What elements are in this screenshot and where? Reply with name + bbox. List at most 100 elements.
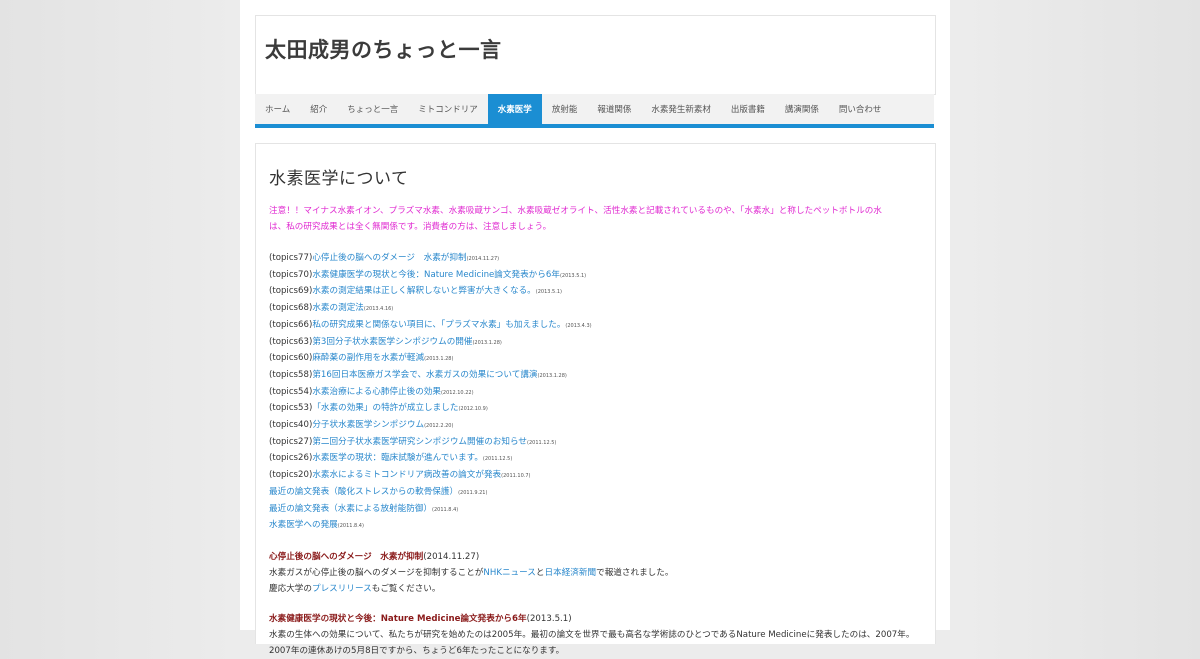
article-text: 水素の生体への効果について、私たちが研究を始めたのは2005年。最初の論文を世界… — [269, 629, 915, 640]
page-container: 太田成男のちょっと一言 ホーム 紹介 ちょっと一言 ミトコンドリア 水素医学 放射能 報道関… — [240, 0, 950, 656]
text-segment: 慶応大学の — [269, 583, 312, 594]
topic-date: (2013.4.16) — [363, 306, 394, 313]
topic-number: (topics27) — [269, 436, 313, 447]
topic-number: (topics66) — [269, 319, 313, 330]
list-item: 最近の論文発表（水素による放射能防御）(2011.8.4) — [269, 502, 914, 519]
article-title: 心停止後の脳へのダメージ 水素が抑制 — [269, 551, 424, 562]
list-item: (topics68)水素の測定法(2013.4.16) — [269, 301, 914, 318]
topic-number: (topics58) — [269, 369, 313, 380]
list-item: (topics26)水素医学の現状：臨床試験が進んでいます。(2011.12.5… — [269, 451, 914, 468]
topic-date: (2013.1.28) — [537, 372, 567, 379]
list-item: 水素医学への発展(2011.8.4) — [269, 518, 914, 535]
nav-intro[interactable]: 紹介 — [300, 94, 337, 124]
topic-link[interactable]: 心停止後の脳へのダメージ 水素が抑制 — [312, 253, 466, 263]
topic-date: (2011.12.5) — [527, 439, 557, 446]
list-item: (topics60)麻酔薬の副作用を水素が軽減(2013.1.28) — [269, 351, 914, 368]
topic-link[interactable]: 最近の論文発表（水素による放射能防御） — [269, 504, 432, 514]
topic-number: (topics53) — [269, 403, 313, 414]
topic-date: (2013.5.1) — [535, 289, 562, 296]
topic-date: (2011.8.4) — [432, 506, 459, 513]
topic-link[interactable]: 水素健康医学の現状と今後：Nature Medicine論文発表から6年 — [312, 270, 560, 280]
nav-press[interactable]: 報道関係 — [587, 94, 641, 124]
topic-link[interactable]: 私の研究成果と関係ない項目に、「プラズマ水素」も加えました。 — [312, 320, 565, 330]
topic-link[interactable]: 水素医学への発展 — [269, 520, 338, 530]
nav-hydrogen-medicine[interactable]: 水素医学 — [487, 94, 542, 124]
topic-number: (topics70) — [269, 269, 313, 280]
topic-link[interactable]: 第16回日本医療ガス学会で、水素ガスの効果について講演 — [312, 370, 537, 380]
topic-link[interactable]: 第二回分子状水素医学研究シンポジウム開催のお知らせ — [312, 437, 527, 447]
main-navigation: ホーム 紹介 ちょっと一言 ミトコンドリア 水素医学 放射能 報道関係 水素発生新素材 出版書籍… — [255, 94, 934, 128]
topic-link[interactable]: 麻酔薬の副作用を水素が軽減 — [312, 353, 424, 363]
nikkei-link[interactable]: 日本経済新聞 — [545, 568, 597, 578]
nav-hitokoto[interactable]: ちょっと一言 — [337, 94, 408, 124]
list-item: (topics53)「水素の効果」の特許が成立しました(2012.10.9) — [269, 401, 914, 418]
article-text: 水素ガスが心停止後の脳へのダメージを抑制することがNHKニュースと日本経済新聞で… — [269, 565, 914, 581]
topics-list: (topics77)心停止後の脳へのダメージ 水素が抑制(2014.11.27)… — [269, 251, 914, 535]
site-title[interactable]: 太田成男のちょっと一言 — [265, 34, 502, 64]
topic-date: (2013.1.28) — [472, 339, 502, 346]
topic-date: (2014.11.27) — [466, 256, 500, 262]
topic-date: (2013.5.1) — [559, 272, 587, 279]
topic-number: (topics60) — [269, 353, 313, 364]
nav-home[interactable]: ホーム — [255, 94, 300, 124]
article-title: 水素健康医学の現状と今後：Nature Medicine論文発表から6年 — [269, 613, 527, 624]
topic-number: (topics40) — [269, 420, 313, 431]
topic-link[interactable]: 水素の測定法 — [312, 303, 364, 313]
warning-line: 注意！！マイナス水素イオン、プラズマ水素、水素吸蔵サンゴ、水素吸蔵ゼオライト、活… — [269, 206, 882, 216]
article-nature-medicine: 水素健康医学の現状と今後：Nature Medicine論文発表から6年(201… — [269, 611, 914, 659]
topic-number: (topics20) — [269, 470, 313, 481]
topic-link[interactable]: 「水素の効果」の特許が成立しました — [312, 403, 458, 413]
list-item: (topics58)第16回日本医療ガス学会で、水素ガスの効果について講演(20… — [269, 368, 914, 385]
list-item: (topics27)第二回分子状水素医学研究シンポジウム開催のお知らせ(2011… — [269, 435, 914, 452]
nav-lectures[interactable]: 講演関係 — [775, 94, 829, 124]
text-segment: 水素ガスが心停止後の脳へのダメージを抑制することが — [269, 567, 484, 578]
topic-date: (2012.10.9) — [458, 406, 488, 413]
list-item: (topics54)水素治療による心肺停止後の効果(2012.10.22) — [269, 385, 914, 402]
page-title: 水素医学について — [269, 169, 409, 189]
nav-books[interactable]: 出版書籍 — [721, 94, 775, 124]
list-item: (topics69)水素の測定結果は正しく解釈しないと弊害が大きくなる。(201… — [269, 284, 914, 301]
site-header: 太田成男のちょっと一言 — [255, 15, 936, 95]
topic-number: (topics26) — [269, 453, 313, 464]
topic-date: (2013.1.28) — [424, 356, 454, 363]
topic-date: (2011.10.7) — [501, 473, 531, 480]
article-text: 慶応大学のプレスリリースもご覧ください。 — [269, 581, 914, 597]
topic-link[interactable]: 水素医学の現状：臨床試験が進んでいます。 — [312, 453, 483, 463]
nav-contact[interactable]: 問い合わせ — [829, 94, 892, 124]
content-inner: 水素医学について 注意！！マイナス水素イオン、プラズマ水素、水素吸蔵サンゴ、水素… — [269, 164, 914, 659]
list-item: (topics77)心停止後の脳へのダメージ 水素が抑制(2014.11.27) — [269, 251, 914, 268]
nav-hydrogen-material[interactable]: 水素発生新素材 — [641, 94, 721, 124]
nav-radiation[interactable]: 放射能 — [542, 94, 588, 124]
list-item: (topics20)水素水によるミトコンドリア病改善の論文が発表(2011.10… — [269, 468, 914, 485]
topic-date: (2011.8.4) — [337, 523, 364, 530]
topic-link[interactable]: 第3回分子状水素医学シンポジウムの開催 — [312, 337, 472, 347]
list-item: (topics40)分子状水素医学シンポジウム(2012.2.20) — [269, 418, 914, 435]
topic-date: (2013.4.3) — [565, 322, 592, 329]
warning-line: は、私の研究成果とは全く無関係です。消費者の方は、注意しましょう。 — [269, 222, 552, 232]
topic-date: (2011.9.21) — [458, 489, 488, 496]
list-item: (topics70)水素健康医学の現状と今後：Nature Medicine論文… — [269, 268, 914, 285]
topic-number: (topics68) — [269, 303, 313, 314]
topic-link[interactable]: 分子状水素医学シンポジウム — [312, 420, 424, 430]
press-release-link[interactable]: プレスリリース — [312, 584, 372, 594]
article-cardiac-arrest: 心停止後の脳へのダメージ 水素が抑制(2014.11.27) 水素ガスが心停止後… — [269, 549, 914, 597]
text-segment: もご覧ください。 — [371, 583, 441, 594]
topic-number: (topics69) — [269, 286, 313, 297]
list-item: 最近の論文発表（酸化ストレスからの軟骨保護）(2011.9.21) — [269, 485, 914, 502]
topic-date: (2011.12.5) — [482, 456, 513, 463]
article-text: 2007年の連休あけの5月8日ですから、ちょうど6年たったことになります。 — [269, 645, 565, 656]
topic-link[interactable]: 水素治療による心肺停止後の効果 — [312, 387, 441, 397]
content-area: 水素医学について 注意！！マイナス水素イオン、プラズマ水素、水素吸蔵サンゴ、水素… — [255, 143, 936, 656]
topic-number: (topics63) — [269, 336, 313, 347]
article-date: (2014.11.27) — [423, 551, 480, 562]
nav-mitochondria[interactable]: ミトコンドリア — [408, 94, 488, 124]
nhk-news-link[interactable]: NHKニュース — [483, 568, 535, 578]
topic-link[interactable]: 水素の測定結果は正しく解釈しないと弊害が大きくなる。 — [312, 286, 535, 296]
article-date: (2013.5.1) — [526, 613, 572, 624]
topic-number: (topics77) — [269, 253, 313, 263]
topic-link[interactable]: 水素水によるミトコンドリア病改善の論文が発表 — [312, 470, 501, 480]
topic-date: (2012.2.20) — [424, 423, 454, 430]
topic-number: (topics54) — [269, 386, 313, 397]
topic-link[interactable]: 最近の論文発表（酸化ストレスからの軟骨保護） — [269, 487, 458, 497]
warning-notice: 注意！！マイナス水素イオン、プラズマ水素、水素吸蔵サンゴ、水素吸蔵ゼオライト、活… — [269, 203, 914, 235]
